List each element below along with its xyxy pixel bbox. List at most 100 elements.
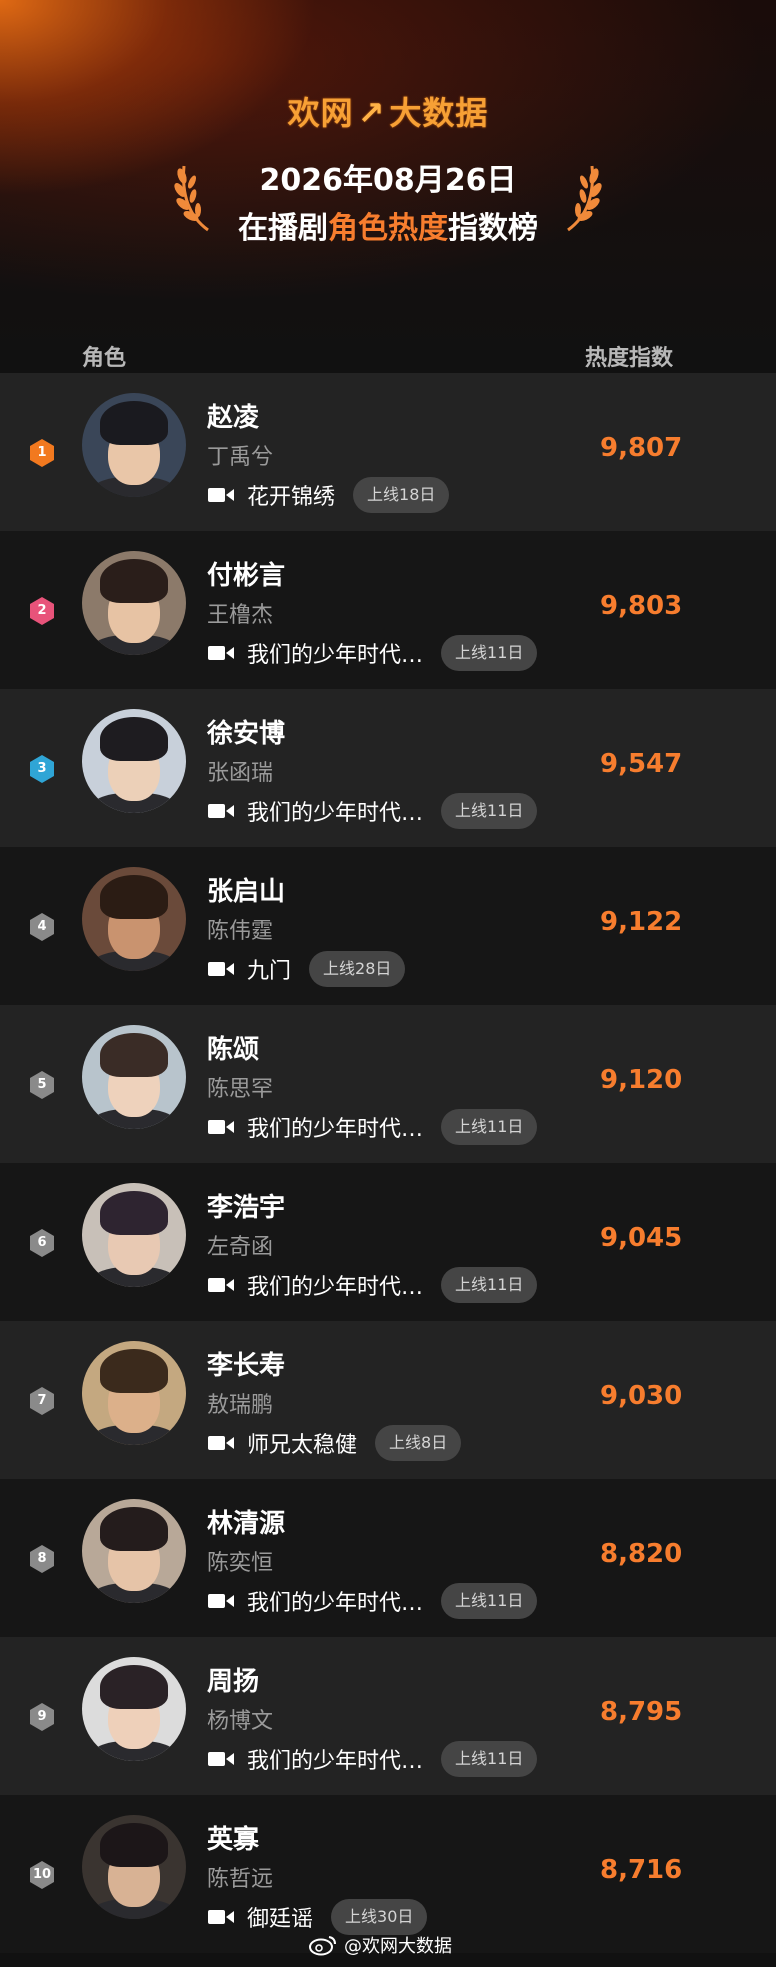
show-title[interactable]: 师兄太稳健 xyxy=(247,1427,357,1459)
avatar[interactable] xyxy=(82,1657,186,1761)
actor-name[interactable]: 杨博文 xyxy=(207,1703,273,1735)
rank-badge: 10 xyxy=(28,1860,56,1890)
rank-number: 1 xyxy=(37,445,47,460)
video-camera-icon xyxy=(208,1120,234,1134)
show-title[interactable]: 我们的少年时代… xyxy=(247,1743,423,1775)
heat-score: 8,716 xyxy=(600,1855,683,1885)
actor-name[interactable]: 丁禹兮 xyxy=(207,439,273,471)
character-name[interactable]: 林清源 xyxy=(207,1503,285,1540)
heat-score: 9,122 xyxy=(600,907,683,937)
ranking-row[interactable]: 9 周扬 杨博文 我们的少年时代… 上线11日 8,795 xyxy=(0,1637,776,1795)
actor-name[interactable]: 王橹杰 xyxy=(207,597,273,629)
character-name[interactable]: 徐安博 xyxy=(207,713,285,750)
rank-badge: 7 xyxy=(28,1386,56,1416)
show-title[interactable]: 我们的少年时代… xyxy=(247,1269,423,1301)
rank-badge: 9 xyxy=(28,1702,56,1732)
character-name[interactable]: 付彬言 xyxy=(207,555,285,592)
ranking-row[interactable]: 7 李长寿 敖瑞鹏 师兄太稳健 上线8日 9,030 xyxy=(0,1321,776,1479)
character-name[interactable]: 英寡 xyxy=(207,1819,259,1856)
heat-score: 9,547 xyxy=(600,749,683,779)
ranking-row[interactable]: 3 徐安博 张函瑞 我们的少年时代… 上线11日 9,547 xyxy=(0,689,776,847)
rank-badge: 8 xyxy=(28,1544,56,1574)
avatar[interactable] xyxy=(82,1183,186,1287)
brand-name: 欢网 xyxy=(287,94,354,132)
show-title[interactable]: 九门 xyxy=(247,953,291,985)
ranking-row[interactable]: 5 陈颂 陈思罕 我们的少年时代… 上线11日 9,120 xyxy=(0,1005,776,1163)
character-name[interactable]: 李长寿 xyxy=(207,1345,285,1382)
character-name[interactable]: 张启山 xyxy=(207,871,285,908)
show-info[interactable]: 师兄太稳健 上线8日 xyxy=(207,1425,462,1461)
brand-logo: 欢网 ↗ 大数据 xyxy=(0,88,776,134)
actor-name[interactable]: 敖瑞鹏 xyxy=(207,1387,273,1419)
character-name[interactable]: 李浩宇 xyxy=(207,1187,285,1224)
avatar[interactable] xyxy=(82,867,186,971)
actor-name[interactable]: 陈奕恒 xyxy=(207,1545,273,1577)
days-online-badge: 上线11日 xyxy=(441,1109,538,1145)
character-name[interactable]: 周扬 xyxy=(207,1661,259,1698)
ranking-row[interactable]: 6 李浩宇 左奇函 我们的少年时代… 上线11日 9,045 xyxy=(0,1163,776,1321)
watermark: @欢网大数据 xyxy=(308,1932,452,1958)
avatar[interactable] xyxy=(82,1499,186,1603)
show-info[interactable]: 花开锦绣 上线18日 xyxy=(207,477,450,513)
heat-score: 9,120 xyxy=(600,1065,683,1095)
title-prefix: 在播剧 xyxy=(238,211,328,246)
days-online-badge: 上线28日 xyxy=(309,951,406,987)
rank-number: 9 xyxy=(37,1709,47,1724)
avatar[interactable] xyxy=(82,551,186,655)
rank-number: 4 xyxy=(37,919,47,934)
rank-number: 7 xyxy=(37,1393,47,1408)
brand-arrow-icon: ↗ xyxy=(357,94,386,132)
rank-number: 6 xyxy=(37,1235,47,1250)
actor-name[interactable]: 张函瑞 xyxy=(207,755,273,787)
show-info[interactable]: 九门 上线28日 xyxy=(207,951,406,987)
rank-badge: 6 xyxy=(28,1228,56,1258)
video-camera-icon xyxy=(208,804,234,818)
avatar[interactable] xyxy=(82,1025,186,1129)
video-camera-icon xyxy=(208,488,234,502)
ranking-row[interactable]: 4 张启山 陈伟霆 九门 上线28日 9,122 xyxy=(0,847,776,1005)
actor-name[interactable]: 陈哲远 xyxy=(207,1861,273,1893)
column-header-heat: 热度指数 xyxy=(585,346,674,371)
avatar[interactable] xyxy=(82,1815,186,1919)
weibo-icon xyxy=(309,1936,336,1956)
avatar[interactable] xyxy=(82,1341,186,1445)
show-info[interactable]: 我们的少年时代… 上线11日 xyxy=(207,635,538,671)
character-name[interactable]: 陈颂 xyxy=(207,1029,259,1066)
show-info[interactable]: 我们的少年时代… 上线11日 xyxy=(207,793,538,829)
actor-name[interactable]: 陈思罕 xyxy=(207,1071,273,1103)
show-title[interactable]: 我们的少年时代… xyxy=(247,1111,423,1143)
heat-score: 9,045 xyxy=(600,1223,683,1253)
show-title[interactable]: 御廷谣 xyxy=(247,1901,313,1933)
show-info[interactable]: 我们的少年时代… 上线11日 xyxy=(207,1583,538,1619)
header-banner: 欢网 ↗ 大数据 2026年08月26日 在播剧角色热度指数榜 xyxy=(0,0,776,370)
ranking-row[interactable]: 2 付彬言 王橹杰 我们的少年时代… 上线11日 9,803 xyxy=(0,531,776,689)
ranking-row[interactable]: 10 英寡 陈哲远 御廷谣 上线30日 8,716 xyxy=(0,1795,776,1953)
show-title[interactable]: 我们的少年时代… xyxy=(247,637,423,669)
show-info[interactable]: 我们的少年时代… 上线11日 xyxy=(207,1267,538,1303)
ranking-date: 2026年08月26日 xyxy=(259,163,517,198)
watermark-text: @欢网大数据 xyxy=(344,1936,452,1957)
actor-name[interactable]: 左奇函 xyxy=(207,1229,273,1261)
video-camera-icon xyxy=(208,962,234,976)
rank-badge: 3 xyxy=(28,754,56,784)
show-title[interactable]: 我们的少年时代… xyxy=(247,795,423,827)
show-title[interactable]: 花开锦绣 xyxy=(247,479,335,511)
actor-name[interactable]: 陈伟霆 xyxy=(207,913,273,945)
rank-number: 8 xyxy=(37,1551,47,1566)
ranking-row[interactable]: 1 赵凌 丁禹兮 花开锦绣 上线18日 9,807 xyxy=(0,373,776,531)
video-camera-icon xyxy=(208,1436,234,1450)
avatar[interactable] xyxy=(82,709,186,813)
show-info[interactable]: 我们的少年时代… 上线11日 xyxy=(207,1741,538,1777)
ranking-row[interactable]: 8 林清源 陈奕恒 我们的少年时代… 上线11日 8,820 xyxy=(0,1479,776,1637)
rank-badge: 2 xyxy=(28,596,56,626)
show-title[interactable]: 我们的少年时代… xyxy=(247,1585,423,1617)
character-name[interactable]: 赵凌 xyxy=(207,397,259,434)
avatar[interactable] xyxy=(82,393,186,497)
show-info[interactable]: 我们的少年时代… 上线11日 xyxy=(207,1109,538,1145)
heat-score: 9,030 xyxy=(600,1381,683,1411)
ranking-page: 欢网 ↗ 大数据 2026年08月26日 在播剧角色热度指数榜 角色 热度指数 … xyxy=(0,0,776,1967)
days-online-badge: 上线11日 xyxy=(441,1267,538,1303)
show-info[interactable]: 御廷谣 上线30日 xyxy=(207,1899,428,1935)
column-header-role: 角色 xyxy=(82,346,127,371)
rank-badge: 4 xyxy=(28,912,56,942)
